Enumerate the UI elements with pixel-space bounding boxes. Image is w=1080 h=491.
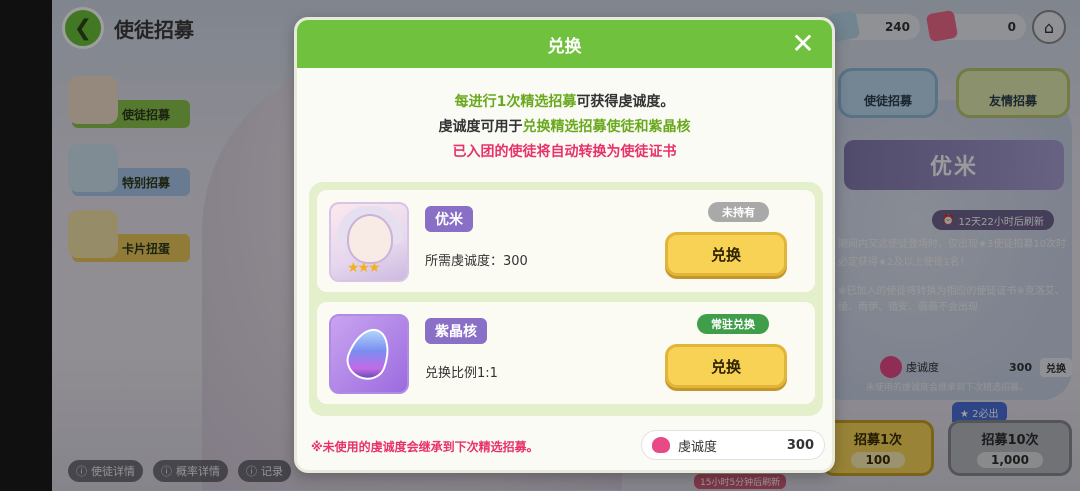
info-text: 每进行1次 — [454, 94, 521, 110]
item-cost: 所需虔诚度：300 — [425, 254, 528, 269]
item-ratio: 兑换比例1:1 — [425, 366, 498, 381]
exchange-modal: 兑换 ✕ 每进行1次精选招募可获得虔诚度。 虔诚度可用于兑换精选招募使徒和紫晶核… — [294, 17, 835, 473]
info-highlight: 精选招募 — [520, 94, 577, 110]
balance-value: 300 — [786, 437, 814, 453]
exchange-button[interactable]: 兑换 — [665, 232, 787, 276]
item-name: 紫晶核 — [425, 318, 487, 344]
portrait-face — [347, 214, 393, 264]
devotion-balance: 虔诚度 300 — [641, 430, 825, 460]
heart-icon — [652, 437, 670, 453]
exchange-list: ★★★ 优米 所需虔诚度：300 未持有 兑换 紫晶核 兑换比例1:1 常驻兑换… — [309, 182, 823, 416]
yumi-portrait[interactable]: ★★★ — [329, 202, 409, 282]
modal-header: 兑换 ✕ — [297, 20, 832, 68]
exchange-button[interactable]: 兑换 — [665, 344, 787, 388]
footer-note: ※未使用的虔诚度会继承到下次精选招募。 — [311, 440, 539, 454]
info-text: 虔诚度可用于 — [438, 119, 523, 135]
balance-label: 虔诚度 — [678, 439, 718, 455]
purple-crystal-icon — [341, 322, 397, 386]
crystal-thumbnail[interactable] — [329, 314, 409, 394]
status-badge: 常驻兑换 — [697, 314, 769, 334]
exchange-item-yumi: ★★★ 优米 所需虔诚度：300 未持有 兑换 — [317, 190, 815, 292]
info-text: 可获得虔诚度。 — [576, 94, 675, 110]
info-highlight: 兑换精选招募使徒和紫晶核 — [522, 119, 691, 135]
close-icon: ✕ — [791, 26, 815, 60]
rarity-stars-icon: ★★★ — [347, 260, 381, 276]
close-button[interactable]: ✕ — [788, 26, 818, 60]
item-name: 优米 — [425, 206, 473, 232]
status-badge: 未持有 — [708, 202, 769, 222]
modal-title: 兑换 — [547, 36, 582, 57]
exchange-info: 每进行1次精选招募可获得虔诚度。 虔诚度可用于兑换精选招募使徒和紫晶核 已入团的… — [297, 90, 832, 165]
info-warning: 已入团的使徒将自动转换为使徒证书 — [452, 144, 677, 160]
exchange-item-crystal: 紫晶核 兑换比例1:1 常驻兑换 兑换 — [317, 302, 815, 404]
